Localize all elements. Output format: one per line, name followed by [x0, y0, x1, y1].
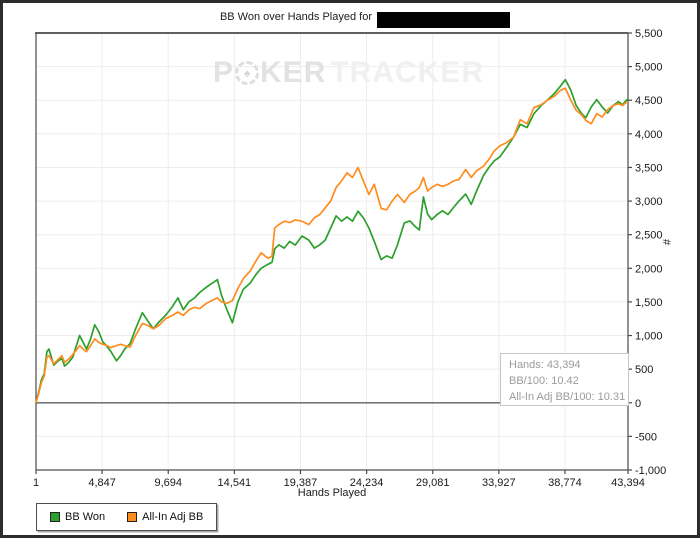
- legend-item-bb-won: BB Won: [50, 511, 105, 523]
- line-chart: 5,500 5,000 4,500 4,000 3,500 3,000 2,500 2,000…: [33, 28, 666, 489]
- y-tick-label: -500: [635, 431, 657, 443]
- stat-hands: Hands: 43,394: [509, 359, 581, 371]
- legend-label-bb-won: BB Won: [65, 511, 106, 523]
- y-tick-label: 4,000: [635, 129, 663, 141]
- y-tick-label: 4,500: [635, 95, 663, 107]
- legend-label-all-in-adj-bb: All-In Adj BB: [142, 511, 204, 523]
- y-tick-label: 0: [635, 398, 641, 410]
- stats-info-box: Hands: 43,394 BB/100: 10.42 All-In Adj B…: [500, 353, 629, 406]
- y-tick-label: 3,500: [635, 162, 663, 174]
- y-tick-label: 2,500: [635, 230, 663, 242]
- y-tick-label: 1,000: [635, 331, 663, 343]
- y-tick-label: 2,000: [635, 263, 663, 275]
- stat-bb100: BB/100: 10.42: [509, 375, 579, 387]
- y-tick-label: 1,500: [635, 297, 663, 309]
- x-axis-title: Hands Played: [297, 487, 367, 499]
- y-tick-label: 5,500: [635, 28, 663, 40]
- y-tick-label: 5,000: [635, 62, 663, 74]
- legend-item-all-in-adj-bb: All-In Adj BB: [127, 511, 203, 523]
- y-axis-title: #: [660, 238, 673, 246]
- chart-legend: BB Won All-In Adj BB: [36, 503, 218, 531]
- all-in-adj-bb-swatch-icon: [127, 512, 138, 522]
- y-tick-label: -1,000: [635, 465, 666, 477]
- chart-window: BB Won over Hands Played for P ♠ KER TRA…: [0, 0, 700, 538]
- y-tick-label: 500: [635, 364, 653, 376]
- stat-allin-adj-bb100: All-In Adj BB/100: 10.31: [509, 391, 626, 403]
- bb-won-swatch-icon: [50, 512, 60, 522]
- y-tick-label: 3,000: [635, 196, 663, 208]
